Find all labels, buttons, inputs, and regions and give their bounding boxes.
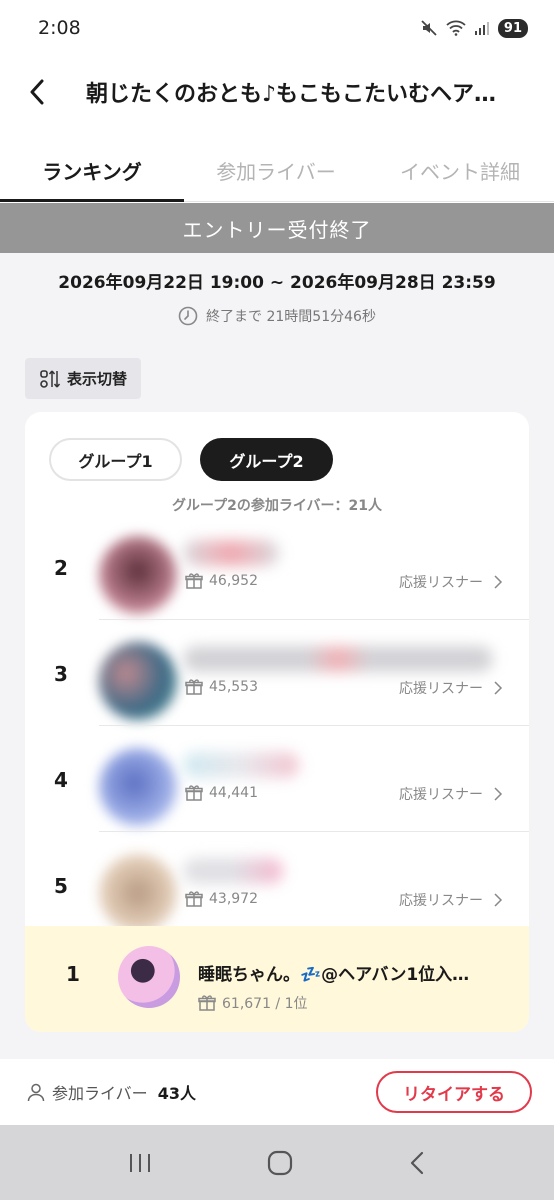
avatar[interactable] <box>99 536 177 614</box>
support-listener-label: 応援リスナー <box>399 681 483 697</box>
time-remaining-text: 終了まで 21時間51分46秒 <box>206 309 376 325</box>
system-nav-bar <box>0 1125 554 1200</box>
time-remaining: 終了まで 21時間51分46秒 <box>0 306 554 326</box>
avatar[interactable] <box>99 854 177 932</box>
points: 61,671 / 1位 <box>198 993 308 1013</box>
group1-button[interactable]: グループ1 <box>49 438 182 481</box>
support-listener-label: 応援リスナー <box>399 787 483 803</box>
entry-closed-banner: エントリー受付終了 <box>0 203 554 253</box>
support-listener-label: 応援リスナー <box>399 575 483 591</box>
streamer-name-blurred <box>183 646 493 672</box>
points-value: 45,553 <box>209 679 258 695</box>
my-ranking-row[interactable]: 1 睡眠ちゃん。💤@ヘアバン1位入… 61,671 / 1位 <box>25 926 529 1032</box>
rank-number: 3 <box>54 662 68 686</box>
support-listener-link[interactable]: 応援リスナー <box>399 572 503 592</box>
home-icon[interactable] <box>266 1149 294 1177</box>
avatar[interactable] <box>118 946 180 1008</box>
streamer-name-blurred <box>183 752 299 778</box>
tab-ranking[interactable]: ランキング <box>0 140 184 202</box>
nav-back-icon[interactable] <box>407 1150 427 1176</box>
points-value: 44,441 <box>209 785 258 801</box>
signal-icon <box>474 22 489 35</box>
my-streamer-name: 睡眠ちゃん。💤@ヘアバン1位入… <box>198 965 470 985</box>
status-time: 2:08 <box>38 17 81 39</box>
mute-icon <box>421 20 437 36</box>
points: 45,553 <box>185 678 258 696</box>
retire-button[interactable]: リタイアする <box>376 1071 532 1113</box>
ranking-row[interactable]: 2 46,952 応援リスナー <box>25 514 529 620</box>
participants-label: 参加ライバー <box>52 1084 148 1103</box>
gift-icon <box>198 995 216 1011</box>
gift-icon <box>185 785 203 801</box>
chevron-right-icon <box>494 575 503 589</box>
header: 朝じたくのおとも♪もこもこたいむヘア… <box>0 62 554 122</box>
back-icon <box>30 79 44 105</box>
rank-number: 4 <box>54 768 68 792</box>
ranking-row[interactable]: 3 45,553 応援リスナー <box>25 620 529 726</box>
rank-number: 5 <box>54 874 68 898</box>
ranking-row[interactable]: 5 43,972 応援リスナー <box>25 832 529 938</box>
person-icon <box>27 1083 45 1102</box>
points-value: 43,972 <box>209 891 258 907</box>
points: 43,972 <box>185 890 258 908</box>
avatar[interactable] <box>99 642 177 720</box>
support-listener-label: 応援リスナー <box>399 893 483 909</box>
support-listener-link[interactable]: 応援リスナー <box>399 678 503 698</box>
recents-icon[interactable] <box>127 1151 153 1175</box>
points: 44,441 <box>185 784 258 802</box>
view-toggle-label: 表示切替 <box>66 370 127 388</box>
rank-number: 1 <box>66 962 80 986</box>
bottom-bar: 参加ライバー 43人 リタイアする <box>0 1059 554 1125</box>
ranking-card: グループ1 グループ2 グループ2の参加ライバー：21人 2 46,952 応援… <box>25 412 529 1032</box>
points: 46,952 <box>185 572 258 590</box>
avatar[interactable] <box>99 748 177 826</box>
gift-icon <box>185 573 203 589</box>
participants-count: 43人 <box>157 1084 196 1103</box>
wifi-icon <box>446 20 466 36</box>
group2-button[interactable]: グループ2 <box>200 438 333 481</box>
points-value: 61,671 / 1位 <box>222 996 308 1012</box>
gift-icon <box>185 891 203 907</box>
chevron-right-icon <box>494 681 503 695</box>
battery-indicator: 91 <box>497 18 528 38</box>
switch-icon <box>40 369 61 388</box>
streamer-name-blurred <box>183 858 283 884</box>
gift-icon <box>185 679 203 695</box>
ranking-row[interactable]: 4 44,441 応援リスナー <box>25 726 529 832</box>
group-participant-count: グループ2の参加ライバー：21人 <box>171 498 383 514</box>
page-title: 朝じたくのおとも♪もこもこたいむヘア… <box>86 82 497 107</box>
rank-number: 2 <box>54 556 68 580</box>
back-button[interactable] <box>0 62 70 122</box>
view-toggle-button[interactable]: 表示切替 <box>25 358 141 399</box>
chevron-right-icon <box>494 787 503 801</box>
support-listener-link[interactable]: 応援リスナー <box>399 890 503 910</box>
participants-summary: 参加ライバー 43人 <box>26 1080 196 1104</box>
event-date-range: 2026年09月22日 19:00 ~ 2026年09月28日 23:59 <box>58 273 496 293</box>
status-bar: 2:08 91 <box>0 0 554 56</box>
tab-bar: ランキング 参加ライバー イベント詳細 <box>0 140 554 202</box>
streamer-name-blurred <box>183 540 279 566</box>
tab-participants[interactable]: 参加ライバー <box>184 140 368 201</box>
support-listener-link[interactable]: 応援リスナー <box>399 784 503 804</box>
tab-event-details[interactable]: イベント詳細 <box>368 140 552 201</box>
clock-icon <box>178 306 198 326</box>
points-value: 46,952 <box>209 573 258 589</box>
chevron-right-icon <box>494 893 503 907</box>
status-icons: 91 <box>420 18 528 38</box>
